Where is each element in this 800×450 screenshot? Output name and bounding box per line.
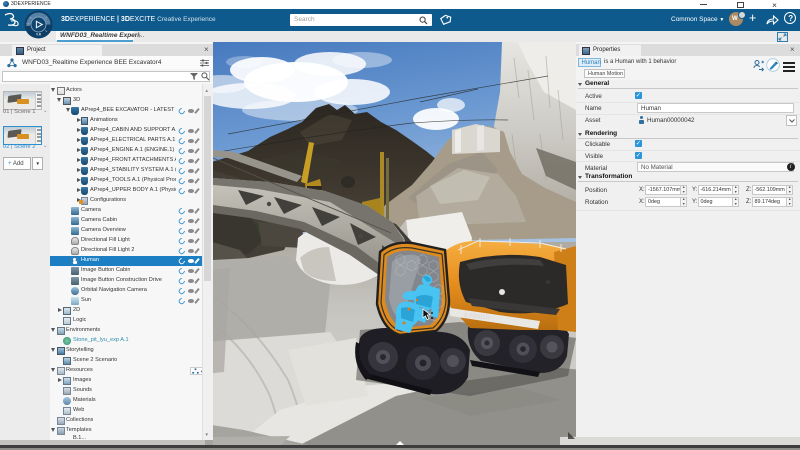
svg-text:V.R: V.R (36, 33, 42, 37)
svg-text:3D: 3D (26, 23, 31, 27)
